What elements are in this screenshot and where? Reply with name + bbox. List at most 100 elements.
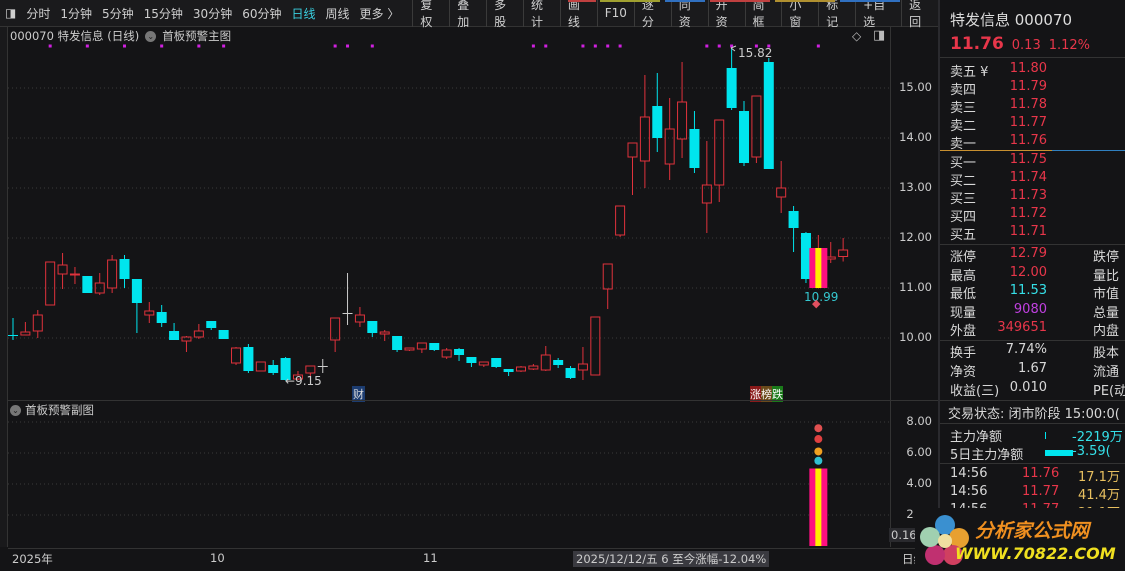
candle[interactable] — [515, 366, 526, 372]
stat2-0-label: 换手 — [950, 346, 977, 361]
pane-divider[interactable] — [8, 400, 938, 401]
candle[interactable] — [429, 343, 440, 351]
candle[interactable] — [577, 347, 588, 380]
price-tick: 10.00 — [899, 330, 932, 344]
stat-3-label2: 总量 — [1093, 305, 1120, 321]
candle[interactable] — [602, 263, 613, 309]
candle[interactable] — [20, 322, 31, 336]
candle[interactable] — [268, 360, 279, 375]
candle[interactable] — [8, 318, 18, 340]
candle[interactable] — [404, 347, 415, 351]
sub-indicator-dropdown-icon[interactable]: ⌄ — [10, 404, 21, 416]
candle[interactable] — [454, 348, 465, 361]
candle[interactable] — [32, 310, 43, 338]
candle[interactable] — [838, 238, 849, 262]
candle[interactable] — [590, 316, 601, 376]
candle[interactable] — [379, 330, 390, 341]
candle[interactable] — [751, 95, 762, 163]
candle[interactable] — [342, 273, 353, 325]
candle[interactable] — [144, 302, 155, 323]
candle[interactable] — [491, 358, 502, 368]
candle[interactable] — [627, 142, 638, 195]
buy-level-5-label: 买五 — [950, 228, 977, 243]
candle[interactable] — [441, 348, 452, 359]
candle[interactable] — [330, 317, 341, 352]
candle[interactable] — [243, 344, 254, 373]
flow-row-1: 5日主力净额 -3.59( — [950, 444, 1125, 463]
candle[interactable] — [664, 98, 675, 180]
candle[interactable] — [193, 324, 204, 339]
candle[interactable] — [478, 361, 489, 367]
price-row: 11.76 0.13 1.12% — [950, 34, 1090, 54]
candle[interactable] — [218, 330, 229, 339]
candle[interactable] — [107, 255, 118, 293]
candle[interactable] — [206, 321, 217, 330]
candle[interactable] — [416, 342, 427, 353]
stat2-2-label: 收益(三) — [950, 384, 1000, 399]
panel-toggle-icon[interactable]: ◨ — [873, 28, 885, 43]
sell-level-5-value: 11.80 — [1009, 61, 1047, 76]
candle[interactable] — [255, 361, 266, 372]
candle-body-up — [32, 314, 43, 332]
candle[interactable] — [45, 261, 56, 306]
diamond-icon[interactable]: ◇ — [852, 29, 861, 43]
stat-4-label2: 内盘 — [1093, 324, 1120, 339]
stat-1-label2: 量比 — [1093, 268, 1120, 284]
candle[interactable] — [615, 205, 626, 237]
buy-level-1-label: 买一 — [950, 156, 977, 171]
candle[interactable] — [565, 366, 576, 379]
candle-body-up — [639, 116, 650, 162]
flow-bar — [1045, 432, 1046, 439]
buy-level-5: 买五 11.71 — [950, 224, 1125, 243]
indicator-dropdown-icon[interactable]: ⌄ — [145, 30, 157, 42]
price-change: 0.13 — [1011, 38, 1041, 53]
toolbar-button-13[interactable]: 返回 — [901, 0, 938, 29]
candle[interactable] — [726, 47, 737, 110]
candle[interactable] — [528, 364, 539, 370]
candle[interactable] — [181, 336, 192, 352]
candle[interactable] — [689, 111, 700, 173]
price-chart[interactable] — [0, 0, 890, 548]
candle[interactable] — [639, 75, 650, 188]
candle[interactable] — [94, 273, 105, 295]
signal-dot — [197, 44, 201, 48]
candle[interactable] — [788, 206, 799, 252]
candle[interactable] — [553, 358, 564, 368]
candle[interactable] — [701, 141, 712, 233]
candle[interactable] — [367, 321, 378, 337]
candle[interactable] — [714, 119, 725, 202]
candle-body-down — [763, 62, 774, 169]
candle[interactable] — [776, 161, 787, 213]
tick-volume: 41.4万 — [1078, 488, 1120, 503]
candle[interactable] — [763, 58, 774, 169]
bid-ask-divider — [940, 150, 1125, 151]
candle[interactable] — [540, 346, 551, 371]
candle[interactable] — [354, 307, 365, 327]
candle[interactable] — [169, 323, 180, 340]
stat2-1-value: 1.67 — [1018, 361, 1047, 376]
candle[interactable] — [156, 305, 167, 327]
sell-level-4-value: 11.79 — [1009, 79, 1047, 94]
stat-3-label: 现量 — [950, 305, 977, 321]
candle[interactable] — [119, 255, 130, 288]
candle[interactable] — [739, 101, 750, 166]
price-axis: 15.00 14.00 13.00 12.00 11.00 10.00 8.00 6.00 4.… — [890, 27, 938, 547]
candle[interactable] — [652, 73, 663, 152]
signal-icon — [814, 424, 823, 433]
candle[interactable] — [317, 359, 328, 373]
candle[interactable] — [131, 279, 142, 333]
quote-panel: 特发信息 000070 11.76 0.13 1.12% 卖五 ¥ 11.80 卖四… — [938, 0, 1125, 571]
candle[interactable] — [57, 253, 68, 289]
sub-indicator-name[interactable]: 首板预警副图 — [25, 402, 94, 418]
candle[interactable] — [82, 276, 93, 293]
candle[interactable] — [825, 242, 836, 263]
candle[interactable] — [677, 62, 688, 158]
candle[interactable] — [392, 336, 403, 352]
candle[interactable] — [231, 347, 242, 365]
candle[interactable] — [69, 267, 80, 284]
candle[interactable] — [503, 369, 514, 376]
indicator-name[interactable]: 首板预警主图 — [162, 28, 231, 44]
candle[interactable] — [466, 357, 477, 367]
price-change-pct: 1.12% — [1048, 38, 1091, 53]
sell-level-2-label: 卖二 — [950, 119, 977, 134]
